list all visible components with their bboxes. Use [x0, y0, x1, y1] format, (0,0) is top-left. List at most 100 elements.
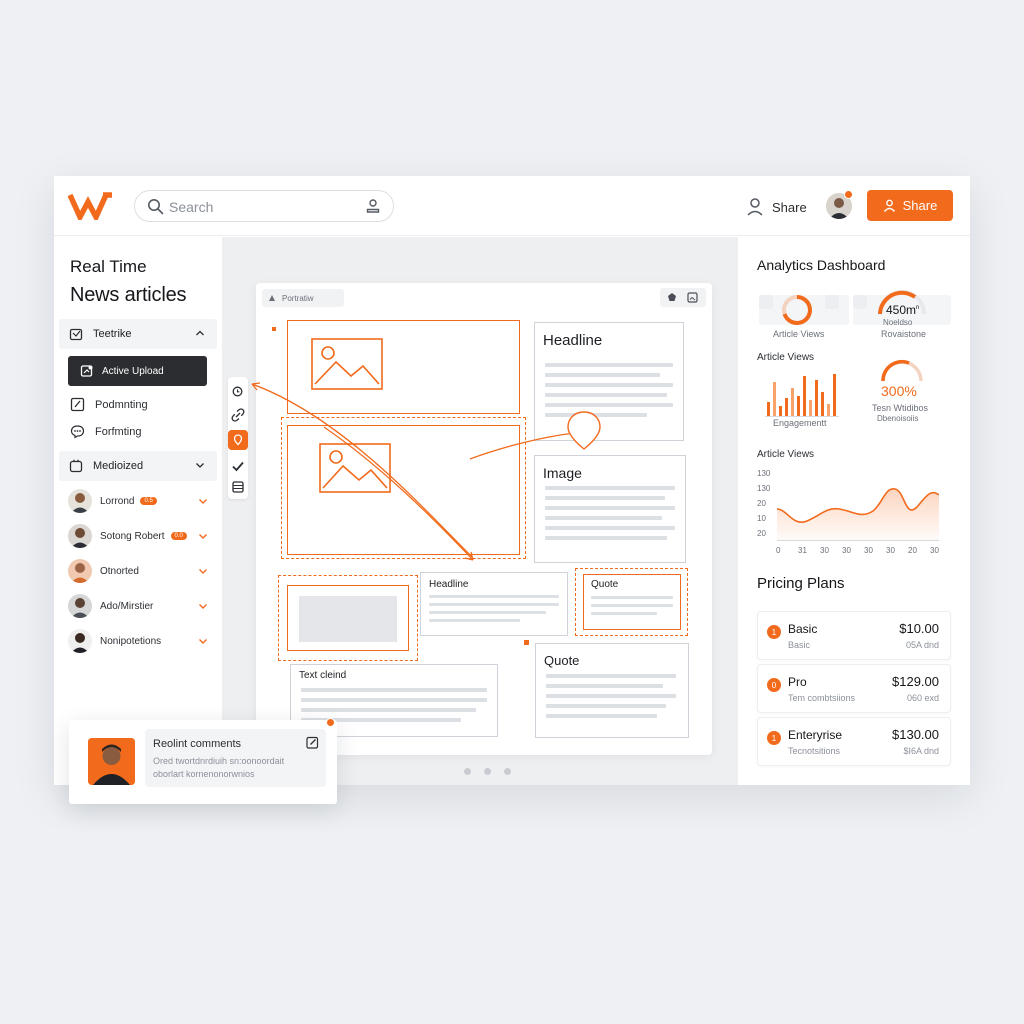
- tick-label: 130: [757, 469, 771, 478]
- user-icon: [747, 198, 763, 216]
- search-bar[interactable]: Search: [134, 190, 394, 222]
- canvas-tools: [660, 288, 706, 307]
- recent-comments-card[interactable]: Reolint comments Ored twortdnrdiuih sn:o…: [69, 718, 337, 804]
- active-upload-label: Active Upload: [102, 365, 164, 377]
- list-item[interactable]: Otnorted: [68, 558, 208, 584]
- tick-label: 0: [776, 546, 781, 555]
- headline-card[interactable]: Headline: [534, 322, 684, 441]
- page-indicator[interactable]: [464, 768, 511, 775]
- edit-icon[interactable]: [306, 736, 319, 749]
- card-title: Quote: [544, 653, 580, 668]
- text-lines: [545, 486, 675, 546]
- card-title: Headline: [543, 332, 603, 349]
- bar: [773, 382, 776, 416]
- user-icon[interactable]: [365, 198, 381, 214]
- plan-price: $129.00: [892, 674, 939, 689]
- person-avatar-icon: [88, 738, 135, 785]
- plan-price-sub: 05A dnd: [905, 640, 939, 650]
- status-badge: 0.0: [170, 532, 187, 540]
- image-icon[interactable]: [687, 292, 698, 303]
- plan-number: 1: [767, 625, 781, 639]
- comments-text: Ored twortdnrdiuih sn:oonoordait oborlar…: [153, 756, 285, 779]
- bar: [785, 398, 788, 416]
- stat-card[interactable]: [759, 295, 849, 325]
- page-dot[interactable]: [504, 768, 511, 775]
- comment-box[interactable]: Reolint comments Ored twortdnrdiuih sn:o…: [145, 729, 326, 787]
- chevron-down-icon[interactable]: [198, 531, 208, 541]
- chart-title: Article Views: [757, 449, 815, 460]
- card-title: Text cleind: [299, 670, 347, 681]
- sidebar-item-forfmting[interactable]: Forfmting: [70, 424, 141, 439]
- bar: [815, 380, 818, 416]
- engagement-bar-chart: [765, 374, 839, 417]
- w-logo-icon[interactable]: [68, 192, 114, 220]
- plan-name: Basic: [788, 622, 818, 636]
- selection-frame: [278, 575, 418, 661]
- stat-card[interactable]: 450mn Noeldso: [853, 290, 951, 327]
- status-badge: 0.5: [140, 497, 157, 505]
- pin-tool-icon[interactable]: [228, 430, 248, 450]
- list-item[interactable]: Ado/Mirstier: [68, 593, 208, 619]
- chevron-down-icon[interactable]: [198, 636, 208, 646]
- comments-title: Reolint comments: [153, 738, 242, 750]
- tick-label: 30: [930, 546, 939, 555]
- bar: [809, 400, 812, 416]
- image-placeholder-icon: [311, 338, 383, 390]
- search-placeholder: Search: [169, 199, 214, 215]
- list-item[interactable]: Nonipotetions: [68, 628, 208, 654]
- person-name: Lorrond: [100, 495, 135, 507]
- sidebar-subtitle: News articles: [70, 284, 187, 306]
- section-label: Medioized: [93, 460, 144, 472]
- section-teetrike[interactable]: Teetrike: [59, 319, 217, 349]
- bar: [833, 374, 836, 416]
- app-window: Search Share Share Real Time News articl…: [54, 176, 970, 785]
- stat-caption: Tesn Wtidibos: [872, 403, 929, 413]
- plan-price-sub: $I6A dnd: [903, 746, 939, 756]
- headline-card[interactable]: Headline: [420, 572, 568, 636]
- plan-number: 0: [767, 678, 781, 692]
- list-item[interactable]: Sotong Robert 0.0: [68, 523, 208, 549]
- list-item[interactable]: Lorrond 0.5: [68, 488, 208, 514]
- chevron-down-icon[interactable]: [198, 566, 208, 576]
- avatar: [68, 489, 92, 513]
- plan-enterprise[interactable]: 1 Enteryrise Tecnotsitions $130.00 $I6A …: [757, 717, 951, 766]
- tick-label: 30: [820, 546, 829, 555]
- bar: [791, 388, 794, 416]
- image-block[interactable]: [287, 425, 520, 555]
- plan-basic[interactable]: 1 Basic Basic $10.00 05A dnd: [757, 611, 951, 660]
- badge-icon[interactable]: [667, 292, 677, 302]
- page-dot[interactable]: [464, 768, 471, 775]
- section-medioized[interactable]: Medioized: [59, 451, 217, 481]
- sidebar-item-podmnting[interactable]: Podmnting: [70, 397, 148, 412]
- pencil-icon: [70, 397, 85, 412]
- calendar-icon: [69, 328, 83, 341]
- plan-pro[interactable]: 0 Pro Tem combtsiions $129.00 060 exd: [757, 664, 951, 713]
- stat-value: 300%: [881, 383, 917, 399]
- check-icon[interactable]: [231, 459, 245, 473]
- area-fill: [777, 488, 939, 541]
- quote-card[interactable]: Quote: [535, 643, 689, 738]
- link-icon[interactable]: [231, 408, 245, 422]
- share-link[interactable]: Share: [746, 196, 807, 218]
- top-bar: Search Share Share: [54, 176, 970, 236]
- editor-area: Portratiw Headline Image Headline Quote …: [222, 237, 738, 785]
- page-dot[interactable]: [484, 768, 491, 775]
- stat-caption: Article Views: [773, 329, 825, 339]
- layout-icon[interactable]: [231, 480, 245, 494]
- avatar: [68, 559, 92, 583]
- image-block[interactable]: [287, 320, 520, 414]
- chat-icon: [70, 425, 85, 439]
- chevron-down-icon[interactable]: [198, 601, 208, 611]
- selection-frame: [575, 568, 688, 636]
- layout-canvas[interactable]: Portratiw Headline Image Headline Quote …: [251, 283, 712, 755]
- plan-name: Enteryrise: [788, 728, 843, 742]
- image-card[interactable]: Image: [534, 455, 686, 563]
- zoom-icon[interactable]: [231, 385, 245, 399]
- tick-label: 20: [757, 529, 766, 538]
- avatar: [68, 594, 92, 618]
- canvas-tab[interactable]: Portratiw: [262, 289, 344, 307]
- analytics-title: Analytics Dashboard: [757, 257, 886, 273]
- chevron-down-icon[interactable]: [198, 496, 208, 506]
- active-upload-button[interactable]: Active Upload: [68, 356, 207, 386]
- share-button[interactable]: Share: [867, 190, 953, 221]
